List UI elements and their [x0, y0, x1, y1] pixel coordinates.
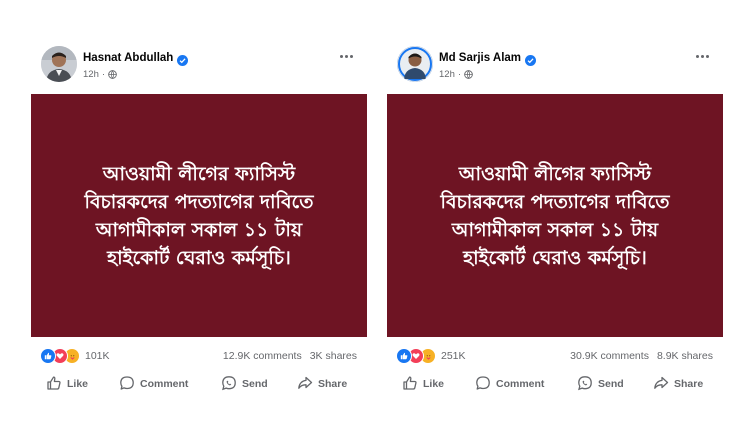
- globe-icon: [464, 70, 473, 79]
- send-icon: [221, 375, 237, 394]
- reactions-summary[interactable]: [396, 348, 436, 364]
- more-options-icon[interactable]: [691, 48, 713, 64]
- post-actions: Like Comment Send Share: [387, 374, 723, 394]
- share-icon: [297, 375, 313, 394]
- engagement-counts: 12.9K comments 3K shares: [223, 350, 357, 362]
- post-time[interactable]: 12h: [83, 69, 99, 80]
- meta-separator: ·: [457, 69, 462, 80]
- post-header: Md Sarjis Alam 12h ·: [387, 38, 723, 94]
- comment-icon: [119, 375, 135, 394]
- post-header: Hasnat Abdullah 12h ·: [31, 38, 367, 94]
- like-label: Like: [67, 378, 89, 390]
- send-label: Send: [598, 378, 624, 390]
- verified-badge-icon: [177, 53, 189, 66]
- reaction-count[interactable]: 251K: [441, 350, 466, 362]
- share-icon: [653, 375, 669, 394]
- globe-icon: [108, 70, 117, 79]
- post-image-text: আওয়ামী লীগের ফ্যাসিস্ট বিচারকদের পদত্যা…: [85, 160, 314, 272]
- facebook-post: Md Sarjis Alam 12h · আওয়ামী লীগের ফ্যাস…: [387, 38, 723, 404]
- image-text-line: হাইকোর্ট ঘেরাও কর্মসূচি।: [463, 246, 647, 269]
- meta-separator: ·: [101, 69, 106, 80]
- facebook-post: Hasnat Abdullah 12h · আওয়ামী লীগের ফ্যা…: [31, 38, 367, 404]
- comment-button[interactable]: Comment: [475, 374, 544, 394]
- shares-count[interactable]: 3K shares: [310, 350, 357, 362]
- shares-count[interactable]: 8.9K shares: [657, 350, 713, 362]
- verified-badge-icon: [525, 53, 537, 66]
- send-button[interactable]: Send: [221, 374, 268, 394]
- image-text-line: আওয়ামী লীগের ফ্যাসিস্ট: [458, 162, 652, 185]
- post-meta: 12h ·: [439, 69, 473, 80]
- image-text-line: হাইকোর্ট ঘেরাও কর্মসূচি।: [107, 246, 291, 269]
- send-icon: [577, 375, 593, 394]
- avatar[interactable]: [397, 46, 433, 82]
- send-label: Send: [242, 378, 268, 390]
- like-icon: [402, 375, 418, 394]
- post-stats: 251K 30.9K comments 8.9K shares: [387, 347, 723, 365]
- post-image[interactable]: আওয়ামী লীগের ফ্যাসিস্ট বিচারকদের পদত্যা…: [31, 94, 367, 337]
- image-text-line: বিচারকদের পদত্যাগের দাবিতে: [440, 190, 670, 213]
- reaction-count[interactable]: 101K: [85, 350, 110, 362]
- like-label: Like: [423, 378, 445, 390]
- comment-label: Comment: [140, 378, 189, 390]
- comment-label: Comment: [496, 378, 545, 390]
- engagement-counts: 30.9K comments 8.9K shares: [570, 350, 713, 362]
- share-label: Share: [318, 378, 348, 390]
- reactions-summary[interactable]: [40, 348, 80, 364]
- send-button[interactable]: Send: [577, 374, 624, 394]
- image-text-line: বিচারকদের পদত্যাগের দাবিতে: [84, 190, 314, 213]
- like-reaction-icon: [396, 348, 412, 364]
- image-text-line: আগামীকাল সকাল ১১ টায়: [451, 218, 659, 241]
- image-text-line: আগামীকাল সকাল ১১ টায়: [95, 218, 303, 241]
- post-time[interactable]: 12h: [439, 69, 455, 80]
- image-text-line: আওয়ামী লীগের ফ্যাসিস্ট: [102, 162, 296, 185]
- share-label: Share: [674, 378, 704, 390]
- author-line: Md Sarjis Alam: [439, 52, 537, 66]
- like-icon: [46, 375, 62, 394]
- post-stats: 101K 12.9K comments 3K shares: [31, 347, 367, 365]
- share-button[interactable]: Share: [653, 374, 703, 394]
- more-options-icon[interactable]: [335, 48, 357, 64]
- comment-button[interactable]: Comment: [119, 374, 188, 394]
- comment-icon: [475, 375, 491, 394]
- post-image[interactable]: আওয়ামী লীগের ফ্যাসিস্ট বিচারকদের পদত্যা…: [387, 94, 723, 337]
- author-name[interactable]: Hasnat Abdullah: [83, 52, 173, 64]
- like-button[interactable]: Like: [402, 374, 444, 394]
- author-line: Hasnat Abdullah: [83, 52, 189, 66]
- post-meta: 12h ·: [83, 69, 117, 80]
- author-name[interactable]: Md Sarjis Alam: [439, 52, 521, 64]
- comments-count[interactable]: 12.9K comments: [223, 350, 302, 362]
- like-button[interactable]: Like: [46, 374, 88, 394]
- post-actions: Like Comment Send Share: [31, 374, 367, 394]
- comments-count[interactable]: 30.9K comments: [570, 350, 649, 362]
- avatar[interactable]: [41, 46, 77, 82]
- post-image-text: আওয়ামী লীগের ফ্যাসিস্ট বিচারকদের পদত্যা…: [441, 160, 670, 272]
- share-button[interactable]: Share: [297, 374, 347, 394]
- like-reaction-icon: [40, 348, 56, 364]
